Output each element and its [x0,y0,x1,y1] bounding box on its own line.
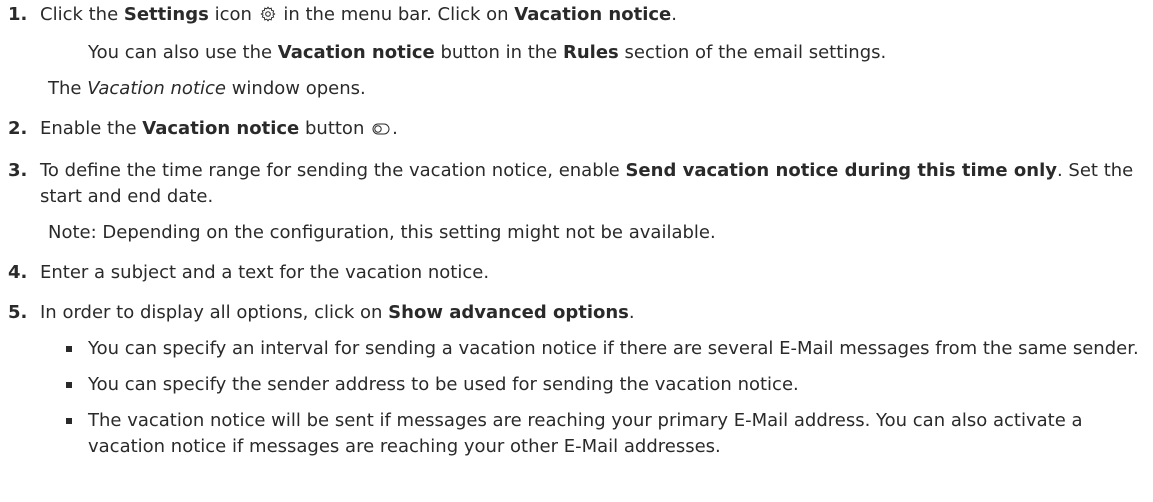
text-run: in the menu bar. Click on [277,4,515,25]
text-run: In order to display all options, click o… [40,302,389,323]
vacation-notice-window-label: Vacation notice [87,78,226,99]
step-1-alternative: You can also use the Vacation notice but… [8,40,1153,66]
step-5: 5. In order to display all options, clic… [8,300,1153,326]
step-1: 1. Click the Settings icon in the menu b… [8,2,1153,30]
instructions-page: 1. Click the Settings icon in the menu b… [0,2,1153,502]
vacation-notice-label: Vacation notice [514,4,672,25]
step-text: Click the Settings icon in the menu bar.… [40,2,1153,30]
text-run: . [392,118,398,139]
send-during-time-label: Send vacation notice during this time on… [625,160,1057,181]
vacation-notice-label: Vacation notice [142,118,300,139]
text-run: . [628,302,635,323]
step-text: In order to display all options, click o… [40,300,1153,326]
rules-label: Rules [562,42,619,63]
vacation-notice-label: Vacation notice [277,42,435,63]
step-4: 4. Enter a subject and a text for the va… [8,260,1153,286]
text-run: icon [208,4,258,25]
advanced-options-list: You can specify an interval for sending … [8,336,1153,460]
show-advanced-options-label: Show advanced options [388,302,629,323]
step-2: 2. Enable the Vacation notice button . [8,116,1153,144]
text-run: button [299,118,371,139]
text-run: You can also use the [88,42,278,63]
gear-icon [260,4,276,30]
toggle-icon [372,118,390,144]
list-item: The vacation notice will be sent if mess… [66,408,1153,460]
text-run: The [48,78,88,99]
text-run: window opens. [225,78,366,99]
text-run: Enable the [40,118,143,139]
text-run: section of the email settings. [618,42,887,63]
step-text: Enter a subject and a text for the vacat… [40,262,490,283]
text-run: . [671,4,677,25]
settings-label: Settings [123,4,209,25]
step-text: Enable the Vacation notice button . [40,116,1153,144]
step-number: 5. [8,302,28,323]
step-number: 4. [8,262,28,283]
step-text: To define the time range for sending the… [40,158,1153,210]
text-run: Click the [40,4,124,25]
text-run: To define the time range for sending the… [40,160,626,181]
step-3-note: Note: Depending on the configuration, th… [48,222,716,243]
step-1-result: The Vacation notice window opens. [8,76,1153,102]
step-number: 2. [8,118,28,139]
step-3: 3. To define the time range for sending … [8,158,1153,210]
list-item: You can specify an interval for sending … [66,336,1153,362]
text-run: button in the [434,42,563,63]
step-number: 1. [8,4,28,25]
list-item: You can specify the sender address to be… [66,372,1153,398]
step-number: 3. [8,160,28,181]
